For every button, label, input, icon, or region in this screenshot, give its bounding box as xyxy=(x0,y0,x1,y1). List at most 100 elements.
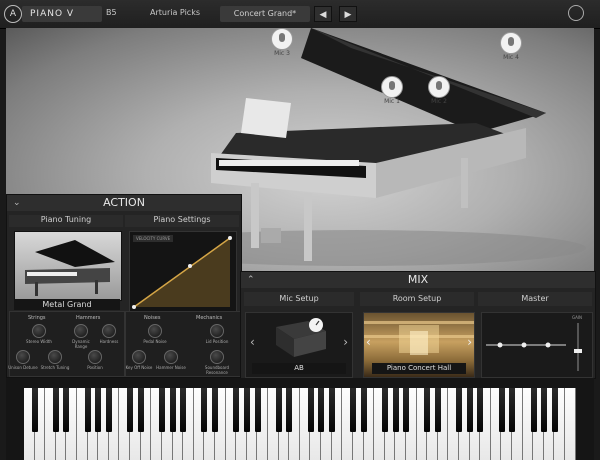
app-menu-button[interactable]: PIANO V xyxy=(22,6,102,22)
piano-keyboard[interactable] xyxy=(6,378,594,460)
mic-setup-value: AB xyxy=(252,363,346,374)
black-key[interactable] xyxy=(498,388,505,432)
mic-1-button[interactable]: Mic 1 xyxy=(381,76,403,105)
microphone-icon xyxy=(271,28,293,50)
black-key[interactable] xyxy=(328,388,335,432)
black-key[interactable] xyxy=(477,388,484,432)
chevron-left-icon[interactable]: ‹ xyxy=(250,335,255,349)
black-key[interactable] xyxy=(360,388,367,432)
preset-owner[interactable]: Arturia Picks xyxy=(150,8,200,17)
piano-model-image[interactable] xyxy=(14,231,122,301)
black-key[interactable] xyxy=(84,388,91,432)
stereo-width-knob[interactable] xyxy=(32,324,46,338)
tab-mic-setup[interactable]: Mic Setup xyxy=(244,292,354,306)
tab-piano-settings[interactable]: Piano Settings xyxy=(125,215,239,227)
black-key[interactable] xyxy=(530,388,537,432)
room-value: Piano Concert Hall xyxy=(372,363,466,374)
black-key[interactable] xyxy=(307,388,314,432)
strings-hammers-panel: Strings Hammers Stereo Width Unison Detu… xyxy=(8,311,125,377)
black-key[interactable] xyxy=(127,388,134,432)
stereo-width-label: Stereo Width xyxy=(26,339,52,344)
mic-2-button[interactable]: Mic 2 xyxy=(428,76,450,105)
black-key[interactable] xyxy=(137,388,144,432)
next-preset-button[interactable]: ▶ xyxy=(339,6,357,22)
black-key[interactable] xyxy=(350,388,357,432)
stretch-tuning-label: Stretch Tuning xyxy=(40,365,70,370)
black-key[interactable] xyxy=(424,388,431,432)
mic-3-button[interactable]: Mic 3 xyxy=(271,28,293,57)
dynamic-range-label: Dynamic Range xyxy=(72,339,90,349)
black-key[interactable] xyxy=(551,388,558,432)
master-section: GAIN xyxy=(481,312,593,378)
grand-piano-icon xyxy=(25,240,115,296)
chevron-right-icon[interactable]: › xyxy=(343,335,348,349)
mic-1-label: Mic 1 xyxy=(384,98,400,105)
gain-label: GAIN xyxy=(572,315,583,320)
room-selector[interactable]: ‹ › Piano Concert Hall xyxy=(363,312,475,378)
position-knob[interactable] xyxy=(88,350,102,364)
black-key[interactable] xyxy=(180,388,187,432)
velocity-curve-editor[interactable] xyxy=(129,231,237,312)
arturia-logo-icon[interactable]: A xyxy=(4,5,22,23)
stretch-tuning-knob[interactable] xyxy=(48,350,62,364)
pedal-noise-knob[interactable] xyxy=(148,324,162,338)
key-off-noise-knob[interactable] xyxy=(132,350,146,364)
black-key[interactable] xyxy=(243,388,250,432)
black-key[interactable] xyxy=(233,388,240,432)
preset-name[interactable]: Concert Grand* xyxy=(220,6,310,22)
noises-mechanics-panel: Noises Mechanics Pedal Noise Key Off Noi… xyxy=(125,311,241,377)
black-key[interactable] xyxy=(212,388,219,432)
chevron-right-icon[interactable]: › xyxy=(467,335,472,349)
black-key[interactable] xyxy=(509,388,516,432)
microphone-icon xyxy=(500,32,522,54)
black-key[interactable] xyxy=(541,388,548,432)
black-key[interactable] xyxy=(318,388,325,432)
black-key[interactable] xyxy=(169,388,176,432)
black-key[interactable] xyxy=(381,388,388,432)
tab-master[interactable]: Master xyxy=(478,292,592,306)
black-key[interactable] xyxy=(403,388,410,432)
lid-position-knob[interactable] xyxy=(210,324,224,338)
chevron-up-icon[interactable]: ⌃ xyxy=(247,272,255,288)
tab-room-setup[interactable]: Room Setup xyxy=(360,292,474,306)
gear-icon[interactable] xyxy=(568,5,584,21)
black-key[interactable] xyxy=(31,388,38,432)
black-key[interactable] xyxy=(105,388,112,432)
position-label: Position xyxy=(87,365,103,370)
black-key[interactable] xyxy=(466,388,473,432)
unison-detune-label: Unison Detune xyxy=(8,365,38,370)
bank-label[interactable]: B5 xyxy=(106,8,117,17)
black-key[interactable] xyxy=(286,388,293,432)
black-key[interactable] xyxy=(95,388,102,432)
black-key[interactable] xyxy=(63,388,70,432)
tab-piano-tuning[interactable]: Piano Tuning xyxy=(9,215,123,227)
mic-4-button[interactable]: Mic 4 xyxy=(500,32,522,61)
lid-position-label: Lid Position xyxy=(205,339,229,344)
velocity-curve-label: VELOCITY CURVE xyxy=(133,235,174,242)
hammer-noise-knob[interactable] xyxy=(164,350,178,364)
black-key[interactable] xyxy=(254,388,261,432)
black-key[interactable] xyxy=(52,388,59,432)
black-key[interactable] xyxy=(159,388,165,432)
chevron-left-icon[interactable]: ‹ xyxy=(366,335,371,349)
microphone-icon xyxy=(428,76,450,98)
mic-setup-selector[interactable]: ‹ › AB xyxy=(245,312,353,378)
soundboard-resonance-knob[interactable] xyxy=(210,350,224,364)
dynamic-range-knob[interactable] xyxy=(74,324,88,338)
unison-detune-knob[interactable] xyxy=(16,350,30,364)
black-key[interactable] xyxy=(392,388,399,432)
black-key[interactable] xyxy=(435,388,441,432)
black-key[interactable] xyxy=(275,388,282,432)
piano-model-name[interactable]: Metal Grand xyxy=(14,299,120,310)
master-eq-graph[interactable] xyxy=(482,313,592,377)
hardness-label: Hardness xyxy=(99,339,119,344)
black-key[interactable] xyxy=(201,388,208,432)
black-key[interactable] xyxy=(456,388,463,432)
white-key[interactable] xyxy=(565,388,576,460)
hammers-label: Hammers xyxy=(76,315,101,321)
hardness-knob[interactable] xyxy=(102,324,116,338)
action-title: ACTION xyxy=(103,196,145,209)
chevron-down-icon[interactable]: ⌄ xyxy=(13,195,21,211)
previous-preset-button[interactable]: ◀ xyxy=(314,6,332,22)
mechanics-label: Mechanics xyxy=(196,315,223,321)
